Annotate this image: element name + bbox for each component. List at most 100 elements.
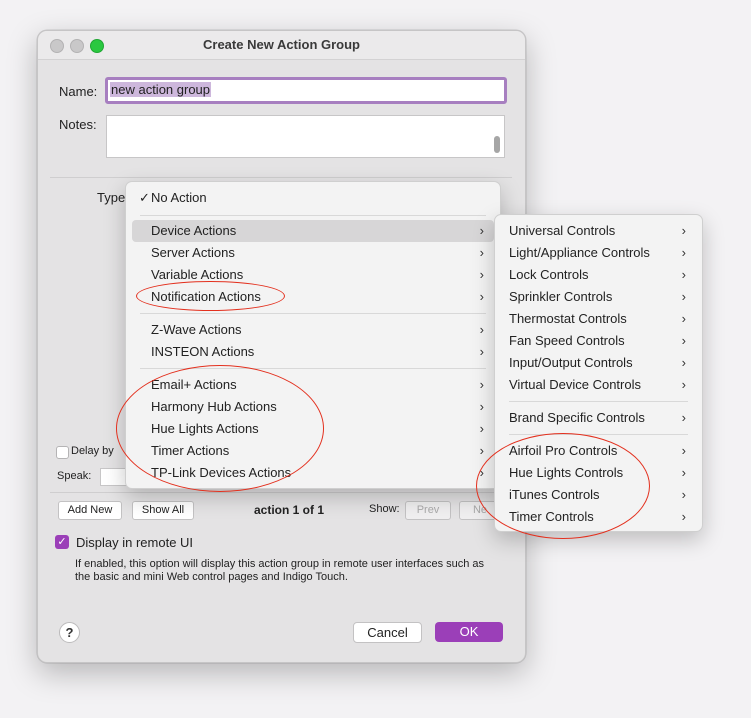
submenu-item-hue-lights-controls[interactable]: Hue Lights Controls › (501, 462, 696, 484)
name-field[interactable]: new action group (105, 77, 507, 104)
menu-item-label: TP-Link Devices Actions (151, 465, 292, 480)
chevron-right-icon: › (681, 223, 686, 238)
menu-item-label: Thermostat Controls (509, 311, 627, 326)
submenu-item-thermostat-controls[interactable]: Thermostat Controls › (501, 308, 696, 330)
menu-item-label: INSTEON Actions (151, 344, 255, 359)
menu-item-hue-lights-actions[interactable]: Hue Lights Actions › (132, 418, 494, 440)
chevron-right-icon: › (479, 322, 484, 337)
submenu-item-timer-controls[interactable]: Timer Controls › (501, 506, 696, 528)
menu-item-label: Device Actions (151, 223, 237, 238)
submenu-item-fan-speed-controls[interactable]: Fan Speed Controls › (501, 330, 696, 352)
submenu-item-lock-controls[interactable]: Lock Controls › (501, 264, 696, 286)
chevron-right-icon: › (479, 377, 484, 392)
menu-item-label: Sprinkler Controls (509, 289, 613, 304)
submenu-item-sprinkler-controls[interactable]: Sprinkler Controls › (501, 286, 696, 308)
display-remote-description: If enabled, this option will display thi… (75, 558, 485, 583)
menu-item-notification-actions[interactable]: Notification Actions › (132, 286, 494, 308)
chevron-right-icon: › (479, 421, 484, 436)
chevron-right-icon: › (479, 344, 484, 359)
divider (50, 492, 512, 493)
prev-button[interactable]: Prev (405, 501, 451, 520)
checkmark-icon: ✓ (139, 190, 150, 205)
menu-item-label: Email+ Actions (151, 377, 237, 392)
menu-item-label: Virtual Device Controls (509, 377, 641, 392)
menu-item-variable-actions[interactable]: Variable Actions › (132, 264, 494, 286)
name-field-value: new action group (110, 82, 212, 97)
chevron-right-icon: › (479, 465, 484, 480)
menu-item-label: Lock Controls (509, 267, 589, 282)
menu-item-label: Harmony Hub Actions (151, 399, 277, 414)
menu-item-label: Timer Controls (509, 509, 594, 524)
type-label: Type (97, 190, 126, 205)
menu-item-label: iTunes Controls (509, 487, 600, 502)
menu-item-label: Hue Lights Actions (151, 421, 259, 436)
menu-item-timer-actions[interactable]: Timer Actions › (132, 440, 494, 462)
submenu-item-brand-specific-controls[interactable]: Brand Specific Controls › (501, 407, 696, 429)
cancel-button[interactable]: Cancel (353, 622, 422, 643)
menu-separator (140, 368, 486, 369)
chevron-right-icon: › (681, 289, 686, 304)
delay-checkbox[interactable] (56, 446, 69, 459)
chevron-right-icon: › (681, 443, 686, 458)
submenu-item-itunes-controls[interactable]: iTunes Controls › (501, 484, 696, 506)
delay-label: Delay by (71, 445, 114, 457)
menu-item-label: Variable Actions (151, 267, 244, 282)
menu-separator (140, 215, 486, 216)
menu-item-label: Hue Lights Controls (509, 465, 624, 480)
submenu-item-virtual-device-controls[interactable]: Virtual Device Controls › (501, 374, 696, 396)
menu-item-zwave-actions[interactable]: Z-Wave Actions › (132, 319, 494, 341)
menu-item-no-action[interactable]: ✓ No Action (132, 187, 494, 209)
show-all-button[interactable]: Show All (132, 501, 194, 520)
display-remote-label: Display in remote UI (76, 535, 194, 550)
notes-field[interactable] (106, 115, 505, 158)
chevron-right-icon: › (479, 223, 484, 238)
chevron-right-icon: › (681, 410, 686, 425)
action-counter: action 1 of 1 (254, 503, 325, 517)
menu-item-email-actions[interactable]: Email+ Actions › (132, 374, 494, 396)
chevron-right-icon: › (479, 289, 484, 304)
menu-item-label: Input/Output Controls (509, 355, 633, 370)
type-menu: ✓ No Action Device Actions › Server Acti… (125, 181, 501, 489)
menu-item-label: Airfoil Pro Controls (509, 443, 618, 458)
menu-item-label: Timer Actions (151, 443, 230, 458)
divider (50, 177, 512, 178)
menu-item-label: Notification Actions (151, 289, 261, 304)
submenu-item-airfoil-pro-controls[interactable]: Airfoil Pro Controls › (501, 440, 696, 462)
window-title: Create New Action Group (203, 37, 360, 52)
chevron-right-icon: › (479, 267, 484, 282)
menu-item-server-actions[interactable]: Server Actions › (132, 242, 494, 264)
menu-item-label: Z-Wave Actions (151, 322, 242, 337)
help-button[interactable]: ? (59, 622, 80, 643)
menu-item-label: Server Actions (151, 245, 235, 260)
chevron-right-icon: › (681, 377, 686, 392)
menu-item-harmony-hub-actions[interactable]: Harmony Hub Actions › (132, 396, 494, 418)
submenu-item-light-appliance-controls[interactable]: Light/Appliance Controls › (501, 242, 696, 264)
add-new-button[interactable]: Add New (58, 501, 122, 520)
name-label: Name: (59, 84, 98, 99)
display-remote-checkbox[interactable]: ✓ (55, 535, 69, 549)
chevron-right-icon: › (681, 267, 686, 282)
submenu-item-input-output-controls[interactable]: Input/Output Controls › (501, 352, 696, 374)
menu-item-tplink-actions[interactable]: TP-Link Devices Actions › (132, 462, 494, 484)
chevron-right-icon: › (681, 355, 686, 370)
chevron-right-icon: › (479, 245, 484, 260)
menu-separator (509, 434, 688, 435)
chevron-right-icon: › (479, 399, 484, 414)
show-label: Show: (369, 503, 400, 515)
menu-item-label: Brand Specific Controls (509, 410, 645, 425)
title-bar: Create New Action Group (38, 31, 525, 60)
menu-item-label: Light/Appliance Controls (509, 245, 650, 260)
menu-item-insteon-actions[interactable]: INSTEON Actions › (132, 341, 494, 363)
chevron-right-icon: › (681, 311, 686, 326)
chevron-right-icon: › (681, 245, 686, 260)
submenu-item-universal-controls[interactable]: Universal Controls › (501, 220, 696, 242)
chevron-right-icon: › (681, 333, 686, 348)
chevron-right-icon: › (681, 465, 686, 480)
menu-separator (140, 313, 486, 314)
speak-label: Speak: (57, 470, 92, 482)
menu-item-device-actions[interactable]: Device Actions › (132, 220, 494, 242)
chevron-right-icon: › (681, 509, 686, 524)
notes-scrollbar[interactable] (494, 136, 500, 153)
ok-button[interactable]: OK (435, 622, 503, 642)
notes-label: Notes: (59, 117, 97, 132)
